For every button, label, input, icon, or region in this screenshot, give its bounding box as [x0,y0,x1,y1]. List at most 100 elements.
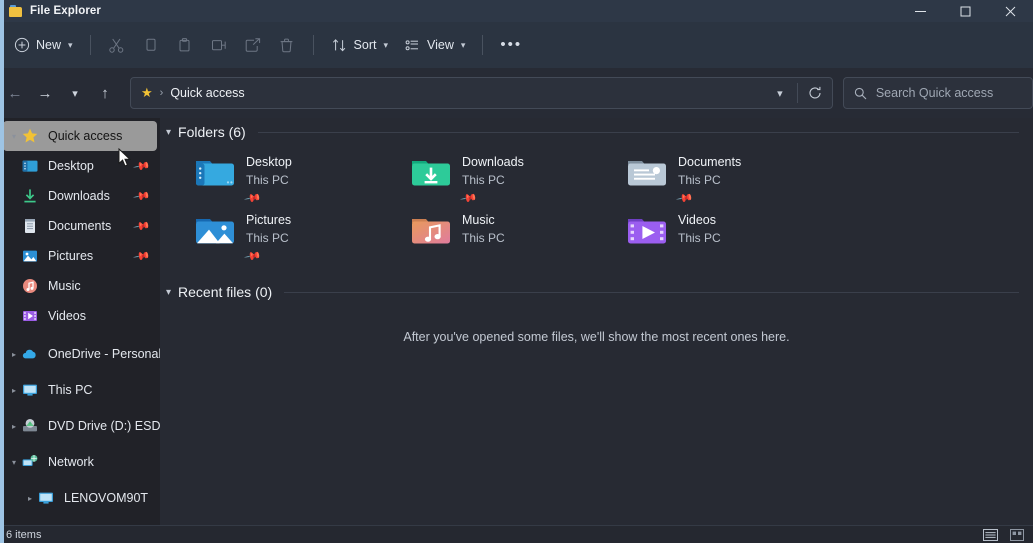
documents-icon [21,217,39,235]
see-more-button[interactable]: ••• [492,29,530,61]
folder-tile-location: This PC [246,231,289,245]
pin-icon[interactable]: 📌 [133,187,152,206]
sidebar-item-this-pc[interactable]: ▸ This PC [3,375,157,405]
new-button-label: New [36,38,62,52]
large-icons-view-button[interactable] [1007,528,1027,542]
sort-button[interactable]: Sort ▾ [323,29,396,61]
network-icon [21,453,39,471]
details-view-button[interactable] [980,528,1000,542]
breadcrumb-separator: › [159,87,164,99]
sidebar-item-quick-access[interactable]: ▾ Quick access [0,121,157,151]
recent-files-section-header[interactable]: ▾ Recent files (0) [160,278,1033,306]
minimize-button[interactable] [898,0,943,22]
item-count-label: 6 items [6,528,42,541]
section-divider [257,131,1019,133]
search-icon [854,87,867,100]
sidebar-item-music[interactable]: ▸ Music [3,271,157,301]
window-title: File Explorer [30,5,101,17]
view-list-icon [404,37,421,54]
navigation-pane[interactable]: ▾ Quick access ▸ Desktop 📌 ▸ [0,118,160,525]
breadcrumb-current: Quick access [170,86,245,100]
folder-tile-music[interactable]: Music This PC [406,206,622,264]
delete-button[interactable] [270,29,304,61]
close-button[interactable] [988,0,1033,22]
sidebar-item-dvd-drive[interactable]: ▸ DVD Drive (D:) ESD-ISO [3,411,160,441]
chevron-right-icon[interactable]: ▸ [23,494,37,503]
computer-icon [37,489,55,507]
chevron-down-icon: ▾ [383,39,389,50]
toolbar-divider [482,35,484,55]
sidebar-item-label: Videos [48,309,86,323]
chevron-right-icon[interactable]: ▸ [7,422,21,431]
chevron-down-icon: ▾ [460,39,466,50]
folder-tile-name: Pictures [246,213,292,227]
documents-folder-icon [626,154,668,190]
folder-tile-name: Documents [678,155,742,169]
folders-section-title: Folders (6) [178,124,246,140]
folder-tile-name: Downloads [462,155,524,169]
forward-button[interactable]: → [30,78,60,108]
refresh-button[interactable] [802,80,828,106]
new-button[interactable]: New ▾ [6,29,81,61]
search-input[interactable]: Search Quick access [876,86,993,100]
folder-tile-name: Music [462,213,495,227]
folder-tile-location: This PC [678,231,721,245]
this-pc-icon [21,381,39,399]
sidebar-item-downloads[interactable]: ▸ Downloads 📌 [3,181,157,211]
pictures-folder-icon [194,212,236,248]
desktop-folder-icon [21,157,39,175]
chevron-right-icon[interactable]: ▸ [7,350,21,359]
copy-button[interactable] [134,29,168,61]
dvd-drive-icon [21,417,39,435]
music-icon [21,277,39,295]
downloads-icon [21,187,39,205]
pin-icon[interactable]: 📌 [133,157,152,176]
up-button[interactable]: ↑ [90,78,120,108]
pin-icon[interactable]: 📌 [133,217,152,236]
folder-tile-videos[interactable]: Videos This PC [622,206,838,264]
sidebar-item-documents[interactable]: ▸ Documents 📌 [3,211,157,241]
sidebar-item-network[interactable]: ▾ Network [3,447,157,477]
address-dropdown-button[interactable]: ▾ [767,80,793,106]
recent-locations-button[interactable]: ▾ [60,78,90,108]
sidebar-item-lenovom90t[interactable]: ▸ LENOVOM90T [3,483,157,513]
view-mode-buttons [980,528,1027,542]
sidebar-item-label: LENOVOM90T [64,491,149,505]
folder-tile-downloads[interactable]: Downloads This PC 📌 [406,148,622,208]
chevron-down-icon[interactable]: ▾ [7,132,21,141]
sidebar-item-pictures[interactable]: ▸ Pictures 📌 [3,241,157,271]
folder-tile-documents[interactable]: Documents This PC 📌 [622,148,838,208]
folders-section-header[interactable]: ▾ Folders (6) [160,118,1033,146]
paste-button[interactable] [168,29,202,61]
maximize-button[interactable] [943,0,988,22]
share-icon [244,37,262,54]
pin-icon: 📌 [243,190,262,208]
chevron-down-icon[interactable]: ▾ [7,458,21,467]
star-icon: ★ [141,85,153,100]
folder-tile-desktop[interactable]: Desktop This PC 📌 [190,148,406,208]
folders-grid: Desktop This PC 📌 Downloads This PC 📌 Do… [160,146,1033,266]
window-controls [898,0,1033,22]
chevron-down-icon[interactable]: ▾ [166,127,171,138]
cut-button[interactable] [100,29,134,61]
sidebar-item-desktop[interactable]: ▸ Desktop 📌 [3,151,157,181]
file-explorer-window: File Explorer New ▾ Sort ▾ View ▾ ••• ← … [0,0,1033,543]
folder-tile-pictures[interactable]: Pictures This PC 📌 [190,206,406,266]
search-box[interactable]: Search Quick access [842,77,1033,109]
chevron-down-icon[interactable]: ▾ [166,287,171,298]
sidebar-item-onedrive[interactable]: ▸ OneDrive - Personal [3,339,160,369]
rename-button[interactable] [202,29,236,61]
pin-icon[interactable]: 📌 [133,247,152,266]
view-button[interactable]: View ▾ [396,29,473,61]
title-bar: File Explorer [0,0,1033,22]
plus-circle-icon [14,37,30,53]
toolbar-divider [89,35,91,55]
folder-tile-location: This PC [678,173,721,187]
sidebar-item-label: Downloads [48,189,110,203]
share-button[interactable] [236,29,270,61]
sidebar-item-videos[interactable]: ▸ Videos [3,301,157,331]
address-bar[interactable]: ★ › Quick access ▾ [130,77,833,109]
chevron-right-icon[interactable]: ▸ [7,386,21,395]
desktop-folder-icon [194,154,236,190]
back-button[interactable]: ← [0,78,30,108]
